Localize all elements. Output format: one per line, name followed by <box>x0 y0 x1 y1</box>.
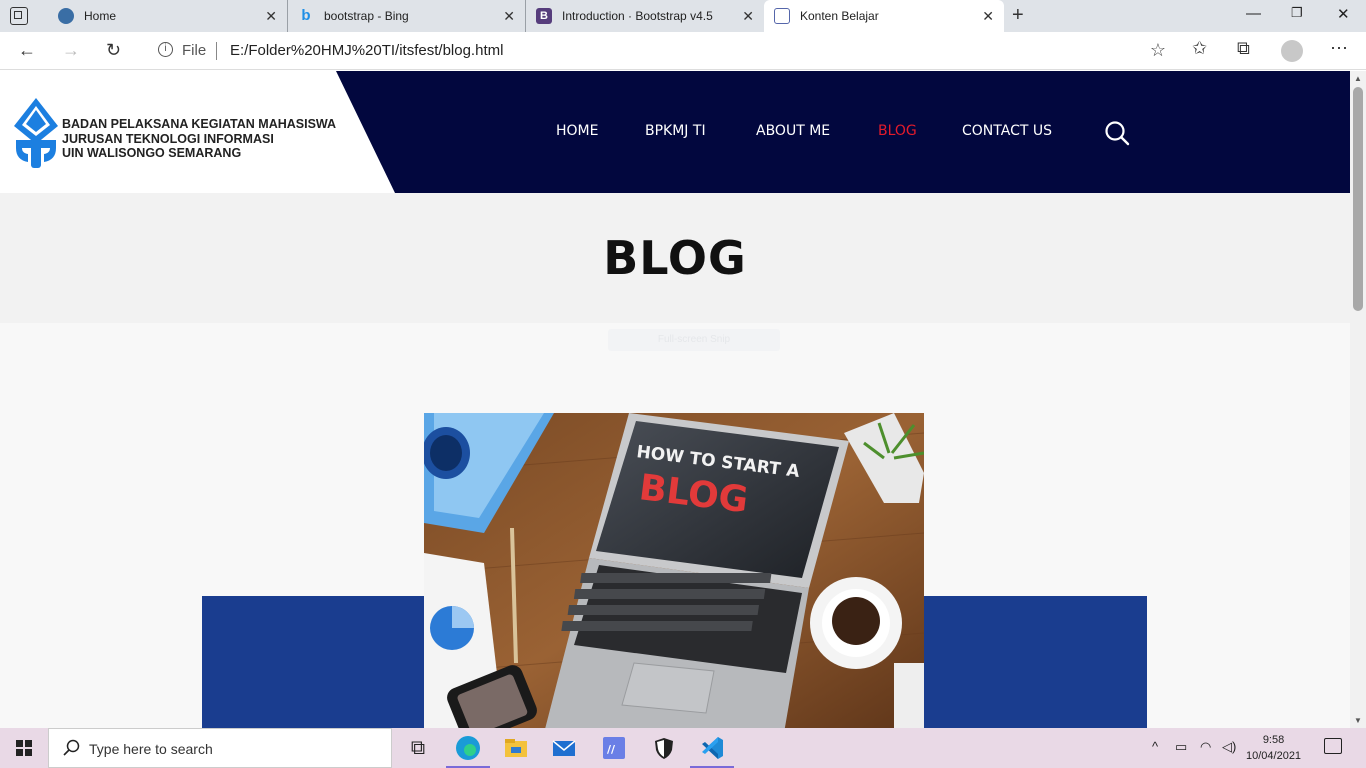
notifications-icon[interactable] <box>1324 738 1342 754</box>
visual-studio-icon[interactable]: // <box>600 734 628 762</box>
scroll-thumb[interactable] <box>1353 87 1363 311</box>
search-placeholder: Type here to search <box>89 741 213 757</box>
file-explorer-icon[interactable] <box>502 734 530 762</box>
minimize-icon[interactable]: — <box>1246 5 1261 22</box>
blog-laptop-illustration: HOW TO START A BLOG <box>424 413 924 728</box>
tab-konten-belajar[interactable]: Konten Belajar ✕ <box>764 0 1004 32</box>
url-text[interactable]: E:/Folder%20HMJ%20TI/itsfest/blog.html <box>230 42 503 59</box>
more-icon[interactable]: ⋯ <box>1330 38 1348 59</box>
windows-start-icon[interactable] <box>16 740 32 756</box>
windows-taskbar: Type here to search ⧉ // ^ ▭ ◠ ◁) 9:58 1… <box>0 728 1366 768</box>
battery-icon[interactable]: ▭ <box>1175 739 1187 755</box>
site-header: BADAN PELAKSANA KEGIATAN MAHASISWA JURUS… <box>0 71 1350 193</box>
hero-image: HOW TO START A BLOG <box>424 413 924 728</box>
close-tab-icon[interactable]: ✕ <box>982 8 994 25</box>
edge-icon <box>58 8 74 24</box>
nav-contact-us[interactable]: CONTACT US <box>962 123 1052 139</box>
bootstrap-icon: B <box>536 8 552 24</box>
wifi-icon[interactable]: ◠ <box>1200 739 1211 755</box>
bing-icon: b <box>301 7 311 24</box>
add-favorite-icon[interactable]: ☆ <box>1150 40 1166 61</box>
search-icon[interactable] <box>1104 120 1130 146</box>
volume-icon[interactable]: ◁) <box>1222 739 1236 755</box>
search-icon <box>63 739 80 756</box>
taskbar-search-box[interactable]: Type here to search <box>48 728 392 768</box>
page-viewport: BADAN PELAKSANA KEGIATAN MAHASISWA JURUS… <box>0 71 1350 728</box>
task-view-icon[interactable]: ⧉ <box>404 734 432 762</box>
logo-line: JURUSAN TEKNOLOGI INFORMASI <box>62 131 274 146</box>
omnibox-divider <box>216 42 217 60</box>
nav-about-me[interactable]: ABOUT ME <box>756 123 830 139</box>
close-tab-icon[interactable]: ✕ <box>742 8 754 25</box>
close-tab-icon[interactable]: ✕ <box>265 8 277 25</box>
clock-date: 10/04/2021 <box>1246 750 1302 762</box>
logo-line: BADAN PELAKSANA KEGIATAN MAHASISWA <box>62 117 337 131</box>
edge-taskbar-icon[interactable] <box>446 734 490 768</box>
tab-title: Home <box>84 9 117 23</box>
tab-home[interactable]: Home ✕ <box>48 0 288 32</box>
page-banner: BLOG <box>0 193 1350 323</box>
snip-overlay: Full-screen Snip <box>608 329 780 351</box>
back-icon[interactable]: ← <box>18 40 36 61</box>
tab-title: Konten Belajar <box>800 9 879 23</box>
browser-tab-strip: Home ✕ b bootstrap - Bing ✕ B Introducti… <box>0 0 1366 32</box>
info-icon[interactable]: i <box>158 42 173 57</box>
nav-bpkmj-ti[interactable]: BPKMJ TI <box>645 123 706 139</box>
show-hidden-icons-icon[interactable]: ^ <box>1152 739 1158 754</box>
url-field[interactable]: i File E:/Folder%20HMJ%20TI/itsfest/blog… <box>144 36 1176 66</box>
vscode-icon[interactable] <box>690 734 734 768</box>
scroll-down-icon[interactable]: ▼ <box>1354 716 1362 725</box>
page-icon <box>774 8 790 24</box>
profile-avatar[interactable] <box>1281 40 1303 62</box>
tab-title: bootstrap - Bing <box>324 9 409 23</box>
security-shield-icon[interactable] <box>650 734 678 762</box>
restore-icon[interactable]: ❐ <box>1291 5 1303 21</box>
refresh-icon[interactable]: ↻ <box>106 40 121 61</box>
logo-emblem-icon <box>14 98 58 168</box>
scroll-up-icon[interactable]: ▲ <box>1354 74 1362 83</box>
forward-icon[interactable]: → <box>62 40 80 61</box>
logo-panel[interactable]: BADAN PELAKSANA KEGIATAN MAHASISWA JURUS… <box>0 71 395 193</box>
logo-line: UIN WALISONGO SEMARANG <box>62 146 242 160</box>
favorites-icon[interactable]: ✩ <box>1192 38 1207 59</box>
svg-text://: // <box>607 743 616 756</box>
nav-blog[interactable]: BLOG <box>878 123 917 139</box>
clock-time: 9:58 <box>1262 734 1285 746</box>
address-bar: ← → ↻ i File E:/Folder%20HMJ%20TI/itsfes… <box>0 32 1366 70</box>
tab-bootstrap[interactable]: B Introduction · Bootstrap v4.5 ✕ <box>526 0 764 32</box>
close-window-icon[interactable]: ✕ <box>1337 5 1350 23</box>
tab-actions-icon[interactable] <box>10 7 28 25</box>
new-tab-icon[interactable]: + <box>1012 4 1024 27</box>
tab-title: Introduction · Bootstrap v4.5 <box>562 9 713 23</box>
tab-bing[interactable]: b bootstrap - Bing ✕ <box>288 0 526 32</box>
page-title: BLOG <box>603 231 747 285</box>
scheme-label: File <box>182 42 207 59</box>
page-scrollbar[interactable]: ▲ ▼ <box>1350 71 1366 728</box>
collections-icon[interactable]: ⧉ <box>1237 38 1250 59</box>
nav-home[interactable]: HOME <box>556 123 598 139</box>
close-tab-icon[interactable]: ✕ <box>503 8 515 25</box>
logo-text: BADAN PELAKSANA KEGIATAN MAHASISWA JURUS… <box>62 117 336 161</box>
system-clock[interactable]: 9:58 10/04/2021 <box>1246 732 1301 764</box>
mail-icon[interactable] <box>550 734 578 762</box>
